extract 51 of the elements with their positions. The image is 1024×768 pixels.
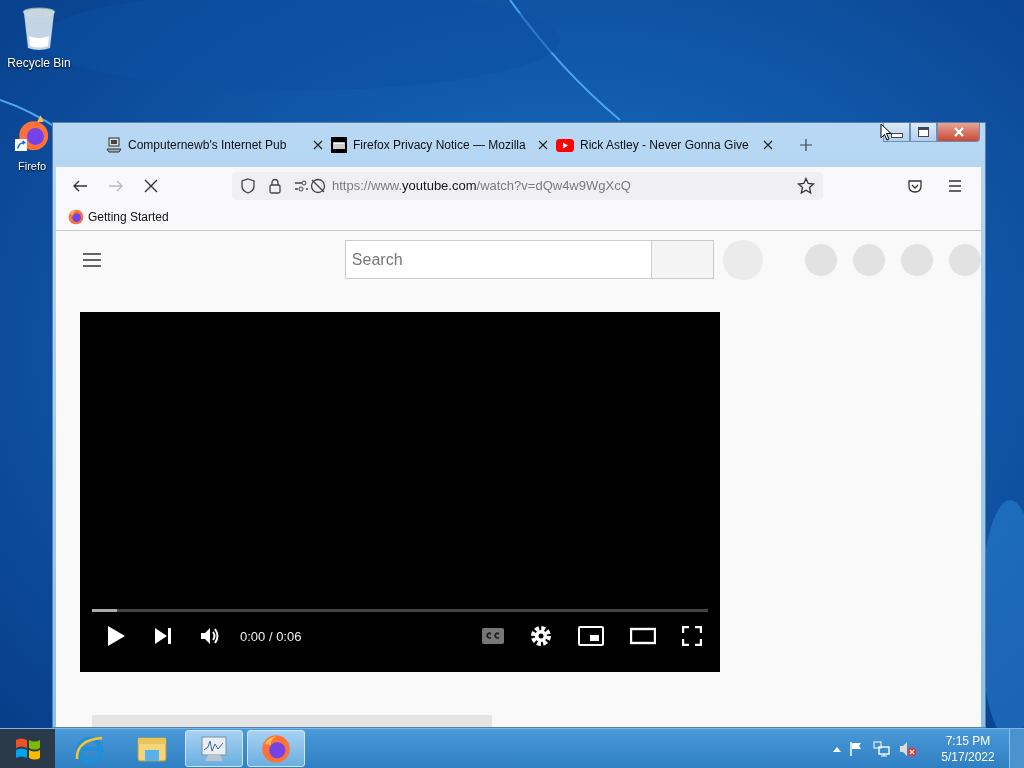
new-tab-icon[interactable] <box>799 138 813 152</box>
miniplayer-icon[interactable] <box>578 626 604 646</box>
close-tab-icon[interactable] <box>538 140 548 150</box>
browser-tab[interactable]: Firefox Privacy Notice — Mozilla <box>331 137 556 153</box>
placeholder-circle <box>949 243 981 276</box>
performance-monitor-icon <box>198 734 230 763</box>
next-icon[interactable] <box>154 627 172 645</box>
clock[interactable]: 7:15 PM 5/17/2022 <box>933 732 1003 765</box>
recycle-bin-icon[interactable] <box>21 6 57 52</box>
progress-track[interactable] <box>92 609 708 612</box>
video-player[interactable]: 0:00 / 0:06 <box>80 312 720 672</box>
close-icon <box>953 127 964 137</box>
folder-icon <box>136 734 168 763</box>
desktop-icon-label[interactable]: Firefo <box>18 160 47 172</box>
volume-icon[interactable] <box>200 627 220 645</box>
play-logo-icon <box>556 138 574 152</box>
theater-mode-icon[interactable] <box>630 627 656 645</box>
computer-icon <box>106 137 122 153</box>
url-text: https://www.youtube.com/watch?v=dQw4w9WgXcQ <box>332 178 631 194</box>
time-display: 0:00 / 0:06 <box>240 628 302 644</box>
browser-tab[interactable]: Rick Astley - Never Gonna Give <box>556 138 781 152</box>
bookmark-item[interactable]: Getting Started <box>68 209 169 226</box>
address-bar[interactable]: https://www.youtube.com/watch?v=dQw4w9WgXcQ <box>232 171 823 200</box>
captions-icon[interactable] <box>482 628 504 644</box>
search-field[interactable]: Search <box>344 240 652 279</box>
taskbar-button[interactable] <box>247 730 305 767</box>
close-tab-icon[interactable] <box>313 140 323 150</box>
network-icon[interactable] <box>873 740 891 757</box>
lock-icon[interactable] <box>268 177 282 194</box>
pocket-icon[interactable] <box>907 177 923 194</box>
stop-icon[interactable] <box>144 178 158 193</box>
mouse-cursor-icon <box>880 123 892 141</box>
desktop-icon-label[interactable]: Recycle Bin <box>7 56 71 70</box>
firefox-icon <box>68 209 84 226</box>
play-icon[interactable] <box>106 625 126 647</box>
shield-icon[interactable] <box>240 177 256 194</box>
show-hidden-icons[interactable] <box>833 745 841 752</box>
start-button[interactable] <box>0 729 55 768</box>
maximize-button[interactable] <box>910 123 937 142</box>
close-button[interactable] <box>937 123 980 142</box>
browser-tab[interactable]: Computernewb's Internet Pub <box>106 137 331 153</box>
fullscreen-icon[interactable] <box>682 626 702 646</box>
settings-icon[interactable] <box>530 625 552 647</box>
m-logo-icon <box>331 137 347 153</box>
star-icon[interactable] <box>797 176 815 195</box>
menu-icon[interactable] <box>947 178 963 193</box>
close-tab-icon[interactable] <box>763 140 773 150</box>
firefox-icon <box>261 733 291 764</box>
menu-icon[interactable] <box>82 251 102 268</box>
muted-speaker-icon[interactable] <box>899 740 917 757</box>
permissions-icon[interactable] <box>294 177 326 194</box>
